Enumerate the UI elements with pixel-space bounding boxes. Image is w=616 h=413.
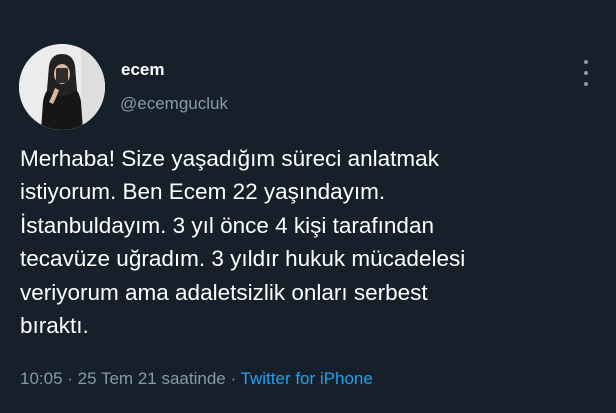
tweet-text-line: Merhaba! Size yaşadığım süreci anlatmak [20,146,439,171]
more-vertical-icon-dot [584,82,588,86]
tweet-text-line: veriyorum ama adaletsizlik onları serbes… [20,279,428,305]
tweet-time[interactable]: 10:05 [20,369,63,388]
tweet-date[interactable]: 25 Tem 21 saatinde [78,369,226,388]
tweet-text: Merhaba! Size yaşadığım süreci anlatmak … [20,142,600,342]
tweet-meta: 10:05 · 25 Tem 21 saatinde · Twitter for… [20,369,373,389]
tweet-text-line: istiyorum. Ben Ecem 22 yaşındayım. [20,179,386,205]
display-name[interactable]: ecem [121,60,164,80]
tweet-text-line: bıraktı. [20,313,89,339]
meta-separator: · [62,369,78,388]
tweet-text-line: İstanbuldayım. 3 yıl önce 4 kişi tarafın… [20,212,434,238]
more-options-button[interactable] [578,60,594,86]
more-vertical-icon-dot [584,71,588,75]
user-handle[interactable]: @ecemgucluk [120,94,228,114]
tweet-card: ecem @ecemgucluk Merhaba! Size yaşadığım… [0,0,616,413]
more-vertical-icon [584,60,588,64]
meta-separator: · [225,369,241,388]
tweet-source-link[interactable]: Twitter for iPhone [241,369,373,388]
profile-photo [19,44,105,130]
avatar[interactable] [19,44,105,130]
tweet-text-line: tecavüze uğradım. 3 yıldır hukuk mücadel… [20,246,466,272]
